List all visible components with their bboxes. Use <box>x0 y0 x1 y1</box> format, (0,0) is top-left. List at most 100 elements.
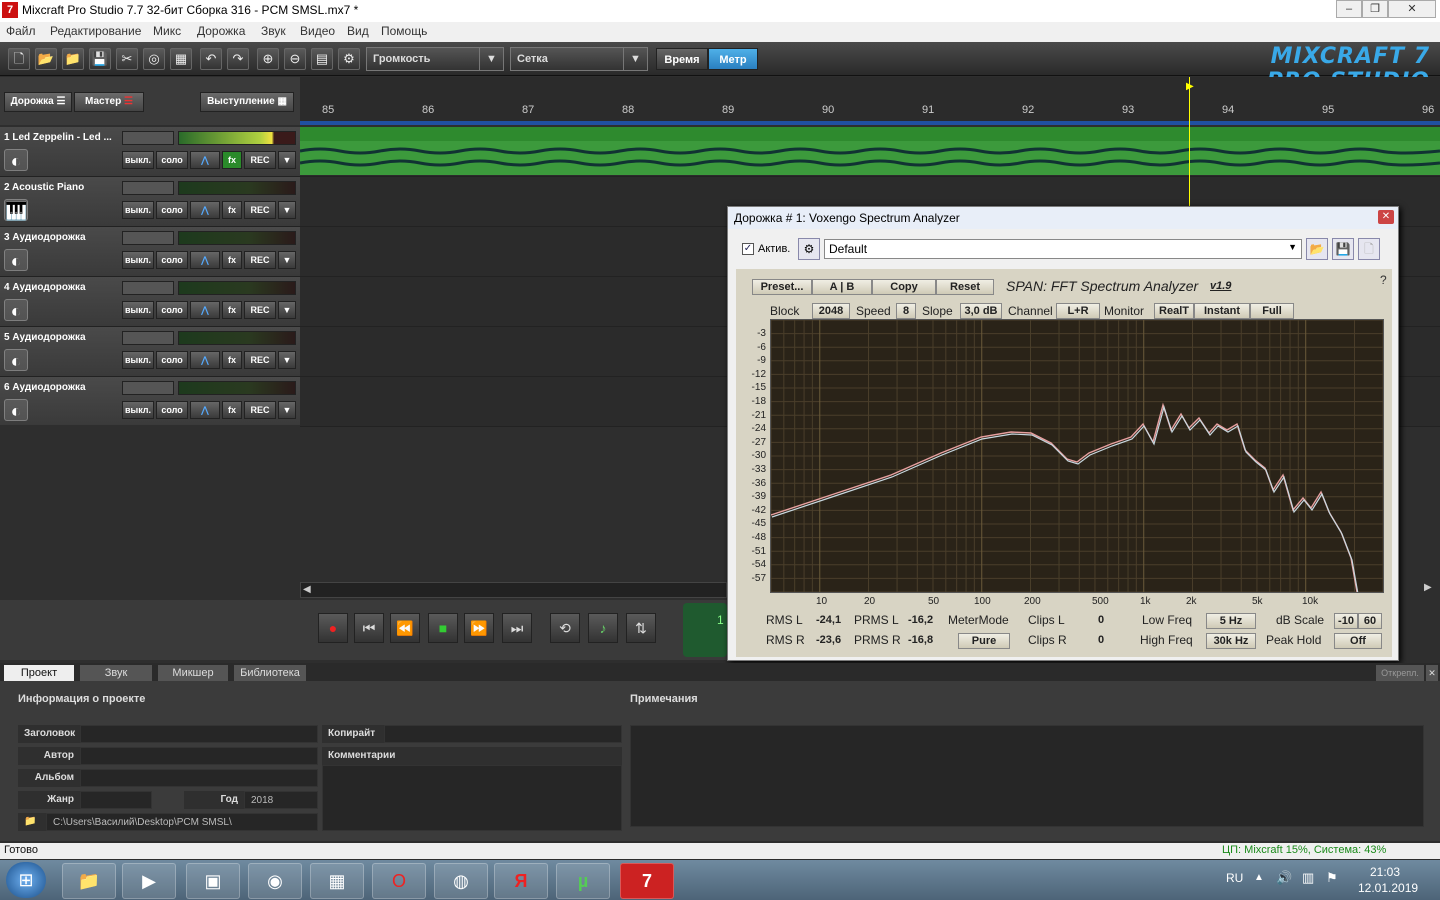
track-name[interactable]: 6 Аудиодорожка <box>4 382 119 393</box>
settings-gear-icon[interactable]: ⚙ <box>338 48 360 70</box>
active-checkbox[interactable]: ✓ <box>742 243 754 255</box>
track-row[interactable]: 4 Аудиодорожка ◐ выкл. соло ⋀ fx REC ▼ <box>0 277 300 327</box>
minimize-icon[interactable]: – <box>1336 0 1362 18</box>
menu-sound[interactable]: Звук <box>261 24 286 38</box>
speed-value-button[interactable]: 8 <box>896 303 916 319</box>
solo-button[interactable]: соло <box>156 251 188 269</box>
master-button[interactable]: Мастер ☰ <box>74 92 144 112</box>
fast-forward-icon[interactable]: ⏩ <box>464 613 494 643</box>
audio-app-icon[interactable]: ▣ <box>186 863 240 899</box>
mute-button[interactable]: выкл. <box>122 151 154 169</box>
menu-video[interactable]: Видео <box>300 24 335 38</box>
meter-mode-button[interactable]: Pure <box>958 633 1010 649</box>
automation-icon[interactable]: ⋀ <box>190 151 220 169</box>
track-menu-chevron-icon[interactable]: ▼ <box>278 251 296 269</box>
mute-button[interactable]: выкл. <box>122 201 154 219</box>
slope-value-button[interactable]: 3,0 dB <box>960 303 1002 319</box>
menu-file[interactable]: Файл <box>6 24 36 38</box>
mute-button[interactable]: выкл. <box>122 351 154 369</box>
monitor-full-button[interactable]: Full <box>1250 303 1294 319</box>
new-file-icon[interactable]: 🗋 <box>8 48 30 70</box>
notes-field[interactable] <box>630 725 1424 827</box>
network-icon[interactable]: ▥ <box>1302 870 1314 886</box>
span-reset-button[interactable]: Reset <box>936 279 994 295</box>
utorrent-icon[interactable]: µ <box>556 863 610 899</box>
volume-slider[interactable] <box>122 281 174 295</box>
save-icon[interactable]: 💾 <box>89 48 111 70</box>
solo-button[interactable]: соло <box>156 201 188 219</box>
mute-button[interactable]: выкл. <box>122 401 154 419</box>
rec-button[interactable]: REC <box>244 151 276 169</box>
action-center-flag-icon[interactable]: ⚑ <box>1326 870 1338 886</box>
opera-icon[interactable]: O <box>372 863 426 899</box>
genre-field[interactable] <box>80 791 152 809</box>
track-row[interactable]: 6 Аудиодорожка ◐ выкл. соло ⋀ fx REC ▼ <box>0 377 300 427</box>
track-name[interactable]: 3 Аудиодорожка <box>4 232 119 243</box>
tray-arrow-icon[interactable]: ▲ <box>1254 872 1264 883</box>
volume-slider[interactable] <box>122 331 174 345</box>
performance-button[interactable]: Выступление ▦ <box>200 92 294 112</box>
scroll-right-icon[interactable]: ▶ <box>1424 582 1440 598</box>
automation-icon[interactable]: ⋀ <box>190 351 220 369</box>
volume-icon[interactable]: 🔊 <box>1276 870 1292 886</box>
rec-button[interactable]: REC <box>244 301 276 319</box>
track-row[interactable]: 1 Led Zeppelin - Led ... ◐ выкл. соло ⋀ fx REC… <box>0 127 300 177</box>
fx-button[interactable]: fx <box>222 201 242 219</box>
span-ab-button[interactable]: A | B <box>812 279 872 295</box>
delete-preset-icon[interactable]: 🗋 <box>1358 238 1380 260</box>
track-name[interactable]: 1 Led Zeppelin - Led ... <box>4 132 119 143</box>
close-icon[interactable]: ✕ <box>1388 0 1436 18</box>
media-player-icon[interactable]: ▶ <box>122 863 176 899</box>
track-row[interactable]: 3 Аудиодорожка ◐ выкл. соло ⋀ fx REC ▼ <box>0 227 300 277</box>
rec-button[interactable]: REC <box>244 251 276 269</box>
undo-icon[interactable]: ↶ <box>200 48 222 70</box>
plugin-close-icon[interactable]: ✕ <box>1378 210 1394 224</box>
chrome-icon[interactable]: ◍ <box>434 863 488 899</box>
peak-hold-button[interactable]: Off <box>1334 633 1382 649</box>
start-button-icon[interactable]: ⊞ <box>6 862 46 898</box>
fx-button[interactable]: fx <box>222 401 242 419</box>
maximize-icon[interactable]: ❐ <box>1362 0 1388 18</box>
mute-button[interactable]: выкл. <box>122 301 154 319</box>
fx-button[interactable]: fx <box>222 251 242 269</box>
track-menu-chevron-icon[interactable]: ▼ <box>278 351 296 369</box>
monitor-realt-button[interactable]: RealT <box>1154 303 1194 319</box>
horizontal-scrollbar[interactable]: ◀ <box>300 582 727 598</box>
span-copy-button[interactable]: Copy <box>872 279 936 295</box>
high-freq-button[interactable]: 30k Hz <box>1206 633 1256 649</box>
redo-icon[interactable]: ↷ <box>227 48 249 70</box>
open-folder-icon[interactable]: 📂 <box>35 48 57 70</box>
track-name[interactable]: 4 Аудиодорожка <box>4 282 119 293</box>
fx-button[interactable]: fx <box>222 301 242 319</box>
disc-app-icon[interactable]: ◉ <box>248 863 302 899</box>
automation-icon[interactable]: ⋀ <box>190 401 220 419</box>
track-name[interactable]: 2 Acoustic Piano <box>4 182 119 193</box>
open-recent-icon[interactable]: 📁 <box>62 48 84 70</box>
record-icon[interactable]: ● <box>318 613 348 643</box>
undock-button[interactable]: Открепл. <box>1376 665 1424 681</box>
year-field[interactable]: 2018 <box>244 791 318 809</box>
tab-sound[interactable]: Звук <box>80 665 152 681</box>
menu-edit[interactable]: Редактирование <box>50 24 141 38</box>
solo-button[interactable]: соло <box>156 301 188 319</box>
rec-button[interactable]: REC <box>244 401 276 419</box>
track-menu-chevron-icon[interactable]: ▼ <box>278 201 296 219</box>
fx-button[interactable]: fx <box>222 351 242 369</box>
record-disc-icon[interactable]: ◎ <box>143 48 165 70</box>
time-mode-button[interactable]: Время <box>656 48 708 70</box>
rewind-icon[interactable]: ⏪ <box>390 613 420 643</box>
copyright-field[interactable] <box>384 725 622 743</box>
keyboard-icon[interactable]: ▤ <box>311 48 333 70</box>
zoom-in-icon[interactable]: ⊕ <box>257 48 279 70</box>
preset-select[interactable]: Default ▼ <box>824 239 1302 259</box>
menu-view[interactable]: Вид <box>347 24 369 38</box>
open-preset-icon[interactable]: 📂 <box>1306 238 1328 260</box>
track-menu-chevron-icon[interactable]: ▼ <box>278 301 296 319</box>
go-to-end-icon[interactable]: ⏭ <box>502 613 532 643</box>
db-scale-high-button[interactable]: 60 <box>1358 613 1382 629</box>
author-field[interactable] <box>80 747 318 765</box>
fx-button[interactable]: fx <box>222 151 242 169</box>
low-freq-button[interactable]: 5 Hz <box>1206 613 1256 629</box>
tab-mixer[interactable]: Микшер <box>158 665 228 681</box>
tab-library[interactable]: Библиотека <box>234 665 306 681</box>
